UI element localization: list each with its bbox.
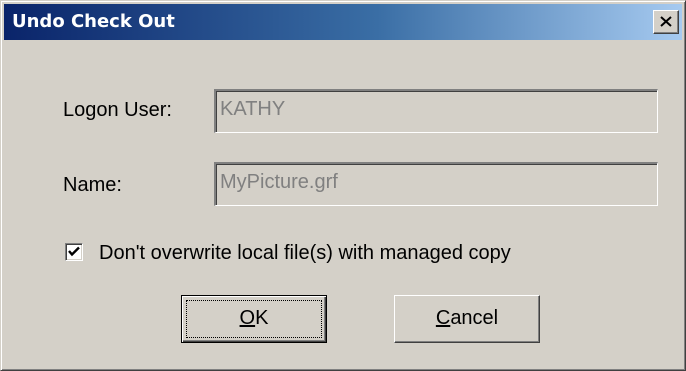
checkmark-icon	[68, 246, 80, 257]
window-title: Undo Check Out	[12, 11, 175, 32]
ok-mnemonic: O	[239, 307, 256, 329]
cancel-mnemonic: C	[435, 307, 451, 329]
ok-button[interactable]: OK	[181, 295, 327, 343]
cancel-button[interactable]: Cancel	[394, 295, 540, 343]
logon-user-label: Logon User:	[63, 99, 172, 121]
ok-label-rest: K	[255, 307, 269, 329]
name-field: MyPicture.grf	[214, 162, 658, 206]
cancel-button-label: Cancel	[436, 307, 498, 329]
close-button[interactable]	[653, 10, 679, 34]
name-label: Name:	[63, 174, 122, 196]
title-bar[interactable]: Undo Check Out	[4, 4, 682, 40]
cancel-label-rest: ancel	[450, 307, 499, 329]
logon-user-field: KATHY	[214, 89, 658, 133]
undo-check-out-dialog: Undo Check Out Logon User: KATHY Name: M…	[0, 0, 686, 371]
ok-button-label: OK	[240, 307, 269, 329]
keep-local-file-checkbox[interactable]	[65, 243, 83, 261]
close-x-icon	[660, 16, 672, 27]
keep-local-file-label[interactable]: Don't overwrite local file(s) with manag…	[99, 241, 511, 265]
